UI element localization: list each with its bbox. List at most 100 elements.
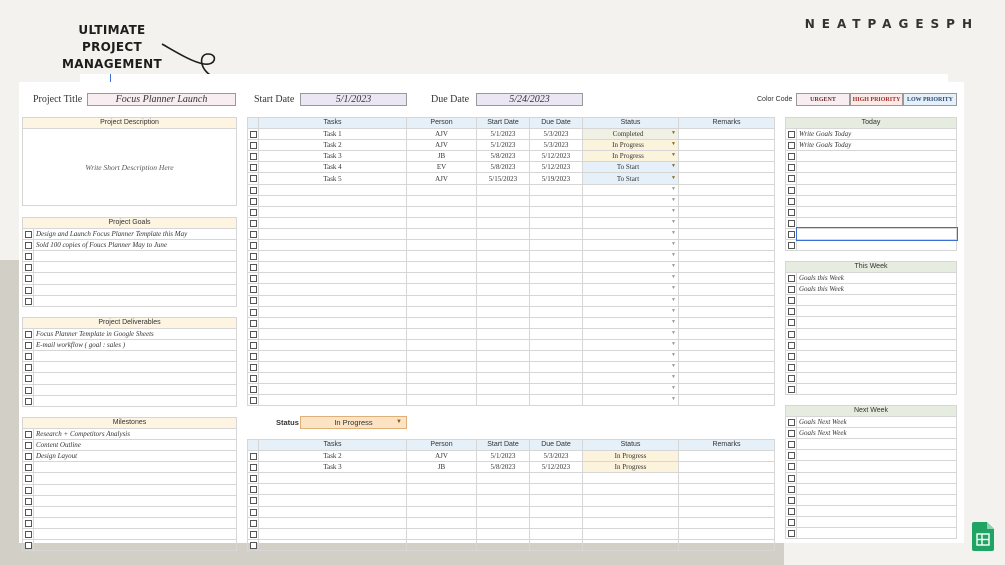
due-date-cell[interactable] <box>529 349 583 363</box>
task-cell[interactable] <box>258 383 407 396</box>
checkbox[interactable] <box>787 341 795 349</box>
due-date-field[interactable]: 5/24/2023 <box>476 93 583 106</box>
checkbox-cell[interactable] <box>22 516 34 529</box>
status-cell[interactable]: ▼ <box>582 383 679 396</box>
task-cell[interactable] <box>258 194 407 207</box>
today-item-text[interactable] <box>796 239 957 252</box>
dropdown-arrow-icon[interactable]: ▼ <box>671 396 676 405</box>
remarks-cell[interactable] <box>678 150 775 163</box>
status-cell[interactable]: ▼ <box>582 361 679 374</box>
status-cell[interactable]: ▼ <box>582 239 679 252</box>
start-date-cell[interactable] <box>476 516 530 529</box>
remarks-cell[interactable] <box>678 483 775 496</box>
checkbox[interactable] <box>787 507 795 515</box>
checkbox-cell[interactable] <box>247 494 259 507</box>
milestone-item-text[interactable]: Research + Competitors Analysis <box>33 428 237 441</box>
this-week-item-text[interactable] <box>796 294 957 307</box>
checkbox-cell[interactable] <box>22 394 34 407</box>
due-date-cell[interactable] <box>529 216 583 229</box>
status-cell[interactable] <box>582 472 679 485</box>
person-cell[interactable]: AJV <box>406 450 477 463</box>
dropdown-arrow-icon[interactable]: ▼ <box>671 307 676 316</box>
start-date-cell[interactable] <box>476 372 530 385</box>
person-cell[interactable]: JB <box>406 461 477 474</box>
due-date-cell[interactable] <box>529 538 583 551</box>
checkbox-cell[interactable] <box>247 216 259 229</box>
checkbox[interactable] <box>24 286 32 294</box>
task-cell[interactable]: Task 2 <box>258 450 407 463</box>
checkbox-cell[interactable] <box>785 239 797 252</box>
next-week-item-text[interactable] <box>796 493 957 506</box>
task-cell[interactable] <box>258 205 407 218</box>
today-item-text[interactable] <box>795 227 958 241</box>
checkbox-cell[interactable] <box>22 461 34 474</box>
due-date-cell[interactable] <box>529 250 583 263</box>
checkbox[interactable] <box>249 364 257 371</box>
due-date-cell[interactable] <box>529 383 583 396</box>
this-week-item-text[interactable] <box>796 316 957 329</box>
checkbox-cell[interactable] <box>247 450 259 463</box>
deliverable-item-text[interactable]: Focus Planner Template in Google Sheets <box>33 328 237 341</box>
checkbox[interactable] <box>249 241 257 249</box>
remarks-cell[interactable] <box>678 338 775 351</box>
checkbox[interactable] <box>249 375 257 383</box>
today-item-text[interactable] <box>796 161 957 174</box>
task-cell[interactable] <box>258 305 407 318</box>
start-date-cell[interactable] <box>476 505 530 518</box>
checkbox-cell[interactable] <box>247 327 259 340</box>
person-cell[interactable] <box>406 227 477 241</box>
status-filter-dropdown[interactable]: In Progress ▼ <box>300 416 407 429</box>
task-cell[interactable] <box>258 294 407 307</box>
next-week-item-text[interactable] <box>796 471 957 484</box>
remarks-cell[interactable] <box>678 372 775 385</box>
due-date-cell[interactable] <box>529 472 583 485</box>
remarks-cell[interactable] <box>678 227 775 241</box>
person-cell[interactable] <box>406 239 477 252</box>
task-cell[interactable]: Task 3 <box>258 150 407 163</box>
dropdown-arrow-icon[interactable]: ▼ <box>671 252 676 261</box>
checkbox[interactable] <box>249 264 257 272</box>
checkbox[interactable] <box>24 342 32 350</box>
remarks-cell[interactable] <box>678 261 775 274</box>
remarks-cell[interactable] <box>678 172 775 185</box>
checkbox-cell[interactable] <box>22 483 34 496</box>
remarks-cell[interactable] <box>678 305 775 318</box>
due-date-cell[interactable]: 5/12/2023 <box>529 461 583 474</box>
remarks-cell[interactable] <box>678 494 775 507</box>
checkbox-cell[interactable] <box>247 461 259 474</box>
checkbox[interactable] <box>787 374 795 382</box>
checkbox-cell[interactable] <box>785 449 797 462</box>
dropdown-arrow-icon[interactable]: ▼ <box>671 374 676 383</box>
checkbox[interactable] <box>249 142 257 150</box>
checkbox-cell[interactable] <box>785 360 797 373</box>
status-cell[interactable]: ▼ <box>582 205 679 218</box>
person-cell[interactable] <box>406 316 477 329</box>
checkbox[interactable] <box>24 364 32 372</box>
milestone-item-text[interactable]: Content Outline <box>33 439 237 452</box>
task-cell[interactable] <box>258 283 407 296</box>
today-item-text[interactable] <box>796 205 957 218</box>
due-date-cell[interactable] <box>529 527 583 540</box>
status-cell[interactable]: ▼ <box>582 216 679 229</box>
dropdown-arrow-icon[interactable]: ▼ <box>671 218 676 227</box>
task-cell[interactable]: Task 5 <box>258 172 407 185</box>
checkbox-cell[interactable] <box>22 261 34 274</box>
checkbox[interactable] <box>787 297 795 305</box>
checkbox-cell[interactable] <box>785 515 797 529</box>
checkbox[interactable] <box>249 219 257 227</box>
remarks-cell[interactable] <box>678 316 775 329</box>
start-date-cell[interactable]: 5/1/2023 <box>476 450 530 463</box>
checkbox-cell[interactable] <box>247 338 259 351</box>
today-item-text[interactable] <box>796 150 957 163</box>
checkbox[interactable] <box>787 186 795 194</box>
due-date-cell[interactable] <box>529 294 583 307</box>
checkbox-cell[interactable] <box>785 338 797 351</box>
milestone-item-text[interactable] <box>33 472 237 485</box>
start-date-cell[interactable] <box>476 538 530 551</box>
due-date-cell[interactable]: 5/12/2023 <box>529 150 583 163</box>
checkbox-cell[interactable] <box>22 339 34 352</box>
remarks-cell[interactable] <box>678 205 775 218</box>
remarks-cell[interactable] <box>678 361 775 374</box>
checkbox-cell[interactable] <box>785 371 797 385</box>
status-cell[interactable]: To Start ▼ <box>582 161 679 174</box>
